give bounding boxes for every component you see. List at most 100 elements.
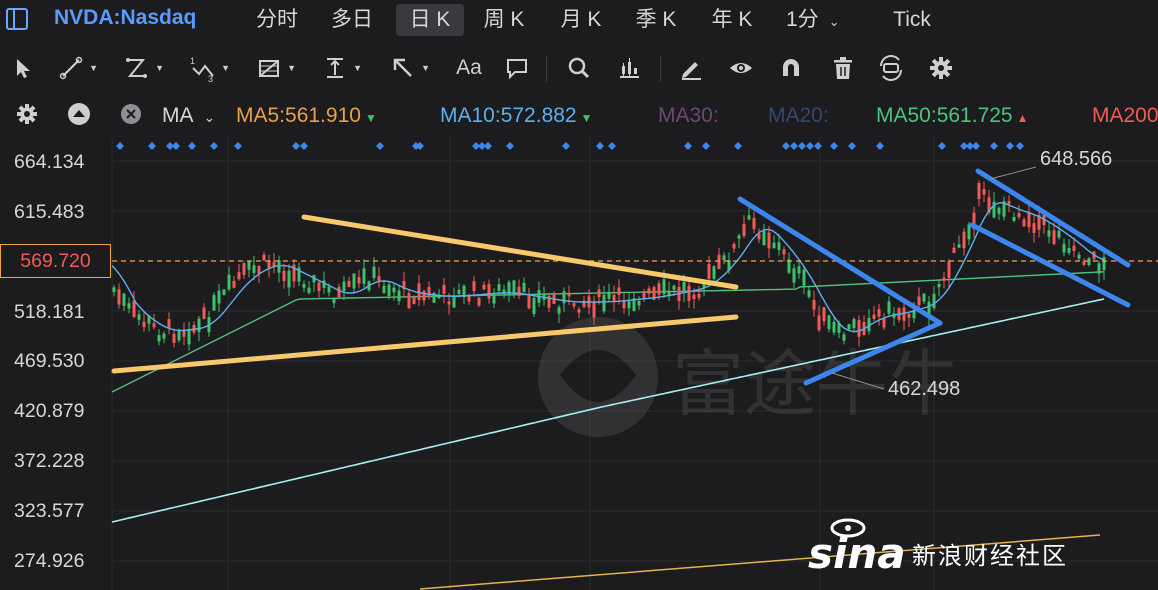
candle-body bbox=[907, 313, 911, 318]
pencil-icon[interactable] bbox=[674, 52, 708, 84]
chevron-down-icon: ▼ bbox=[221, 63, 230, 73]
line-draw-icon[interactable]: ▼ bbox=[54, 52, 98, 84]
candle-body bbox=[627, 301, 631, 309]
note-icon[interactable] bbox=[500, 52, 534, 84]
candle-body bbox=[237, 272, 241, 280]
wave-icon[interactable]: 1 3 ▼ bbox=[186, 52, 230, 84]
event-marker[interactable] bbox=[938, 142, 946, 150]
event-marker[interactable] bbox=[684, 142, 692, 150]
candle-body bbox=[352, 273, 356, 289]
tab-multiday[interactable]: 多日 bbox=[323, 4, 381, 36]
event-marker[interactable] bbox=[790, 142, 798, 150]
eye-icon[interactable] bbox=[724, 52, 758, 84]
sina-caption: 新浪财经社区 bbox=[912, 543, 1068, 570]
polyline-icon[interactable]: ▼ bbox=[120, 52, 164, 84]
vertical-range-icon[interactable]: ▼ bbox=[318, 52, 362, 84]
event-marker[interactable] bbox=[562, 142, 570, 150]
event-marker[interactable] bbox=[876, 142, 884, 150]
candle-body bbox=[922, 293, 926, 302]
candle-body bbox=[712, 266, 716, 279]
event-marker[interactable] bbox=[148, 142, 156, 150]
tab-monthly-k[interactable]: 月 K bbox=[551, 4, 611, 36]
text-icon[interactable]: Aa bbox=[452, 52, 486, 84]
candle-body bbox=[247, 261, 251, 270]
yellow-upper-trendline[interactable] bbox=[301, 214, 739, 290]
event-marker[interactable] bbox=[702, 142, 710, 150]
event-marker[interactable] bbox=[234, 142, 242, 150]
event-marker[interactable] bbox=[506, 142, 514, 150]
event-marker[interactable] bbox=[1016, 142, 1024, 150]
event-marker[interactable] bbox=[210, 142, 218, 150]
candle-body bbox=[747, 215, 751, 220]
candle-body bbox=[942, 277, 946, 281]
indicator-settings-icon[interactable] bbox=[10, 98, 44, 130]
event-marker[interactable] bbox=[798, 142, 806, 150]
sync-icon[interactable] bbox=[874, 52, 908, 84]
candle-body bbox=[662, 279, 666, 294]
tab-quarterly-k-label: 季 K bbox=[635, 8, 677, 31]
event-marker[interactable] bbox=[596, 142, 604, 150]
event-marker[interactable] bbox=[1006, 142, 1014, 150]
close-icon[interactable] bbox=[114, 98, 148, 130]
magnet-icon[interactable] bbox=[774, 52, 808, 84]
event-marker[interactable] bbox=[292, 142, 300, 150]
cursor-icon[interactable] bbox=[6, 52, 40, 84]
symbol-title[interactable]: NVDA:Nasdaq bbox=[54, 6, 196, 30]
candle-body bbox=[1007, 200, 1011, 205]
candlestick-chart[interactable]: 富途牛牛 bbox=[0, 137, 1158, 590]
candle-body bbox=[947, 261, 951, 278]
event-marker[interactable] bbox=[814, 142, 822, 150]
candle-body bbox=[407, 293, 411, 309]
top-bar: NVDA:Nasdaq 分时 多日 日 K 周 K 月 K 季 K 年 K 1分… bbox=[0, 0, 1158, 40]
candle-body bbox=[797, 266, 801, 274]
ma5-arrow: ▼ bbox=[364, 111, 377, 125]
tab-daily-k[interactable]: 日 K bbox=[396, 4, 464, 36]
chevron-down-icon: ▼ bbox=[155, 63, 164, 73]
tab-quarterly-k[interactable]: 季 K bbox=[626, 4, 686, 36]
tab-minute-dropdown[interactable]: 1分 ⌄ bbox=[786, 4, 866, 36]
event-marker[interactable] bbox=[830, 142, 838, 150]
search-icon[interactable] bbox=[562, 52, 596, 84]
settings-icon[interactable] bbox=[924, 52, 958, 84]
candle-body bbox=[962, 231, 966, 249]
event-marker[interactable] bbox=[484, 142, 492, 150]
event-marker[interactable] bbox=[416, 142, 424, 150]
event-marker[interactable] bbox=[608, 142, 616, 150]
event-marker[interactable] bbox=[848, 142, 856, 150]
event-marker[interactable] bbox=[782, 142, 790, 150]
price-axis-label: 372.228 bbox=[14, 450, 85, 472]
candle-body bbox=[617, 287, 621, 295]
sidebar-toggle-icon[interactable] bbox=[6, 8, 28, 30]
candle-body bbox=[852, 318, 856, 329]
event-marker[interactable] bbox=[734, 142, 742, 150]
candle-body bbox=[282, 270, 286, 281]
event-marker[interactable] bbox=[972, 142, 980, 150]
collapse-icon[interactable] bbox=[62, 98, 96, 130]
indicator-icon[interactable] bbox=[612, 52, 646, 84]
ma30-label: MA30: bbox=[658, 104, 719, 127]
ma200-readout: MA200 bbox=[1092, 104, 1158, 128]
tab-intraday[interactable]: 分时 bbox=[248, 4, 306, 36]
tab-yearly-k[interactable]: 年 K bbox=[702, 4, 762, 36]
event-marker[interactable] bbox=[806, 142, 814, 150]
candle-body bbox=[887, 301, 891, 314]
event-marker[interactable] bbox=[172, 142, 180, 150]
event-marker[interactable] bbox=[188, 142, 196, 150]
ma50-label: MA50:561.725 bbox=[876, 104, 1013, 127]
ma10-arrow: ▼ bbox=[580, 111, 593, 125]
blue-channel-top[interactable] bbox=[975, 168, 1131, 268]
event-marker[interactable] bbox=[376, 142, 384, 150]
fibonacci-icon[interactable]: ▼ bbox=[252, 52, 296, 84]
event-marker[interactable] bbox=[990, 142, 998, 150]
tab-tick[interactable]: Tick bbox=[886, 4, 938, 36]
arrow-draw-icon[interactable]: ▼ bbox=[386, 52, 430, 84]
candle-body bbox=[602, 294, 606, 312]
tab-weekly-k[interactable]: 周 K bbox=[474, 4, 534, 36]
event-marker[interactable] bbox=[300, 142, 308, 150]
trash-icon[interactable] bbox=[826, 52, 860, 84]
candle-body bbox=[562, 291, 566, 304]
indicator-select[interactable]: MA ⌄ bbox=[162, 104, 215, 128]
event-marker[interactable] bbox=[116, 142, 124, 150]
tab-multiday-label: 多日 bbox=[331, 8, 373, 31]
candle-body bbox=[732, 243, 736, 249]
